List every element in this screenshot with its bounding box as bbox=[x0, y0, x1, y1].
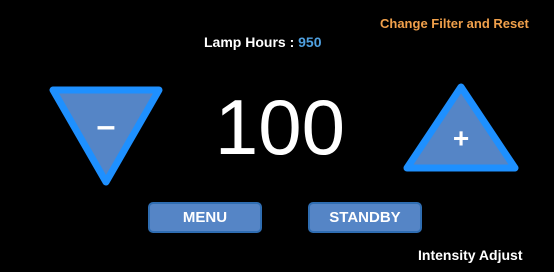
increase-symbol: + bbox=[453, 122, 469, 153]
mode-label: Intensity Adjust bbox=[418, 247, 523, 263]
decrease-symbol: – bbox=[97, 107, 116, 145]
decrease-button[interactable]: – bbox=[48, 86, 164, 188]
lamp-hours-separator: : bbox=[289, 34, 295, 50]
standby-button[interactable]: STANDBY bbox=[308, 202, 422, 233]
lamp-hours-readout: Lamp Hours : 950 bbox=[204, 34, 322, 50]
triangle-up-plus-icon: + bbox=[403, 83, 519, 172]
menu-button[interactable]: MENU bbox=[148, 202, 262, 233]
increase-button[interactable]: + bbox=[401, 82, 521, 174]
intensity-level-value: 100 bbox=[214, 83, 346, 171]
change-filter-link[interactable]: Change Filter and Reset bbox=[380, 16, 554, 31]
lamp-hours-value: 950 bbox=[298, 34, 322, 50]
triangle-down-minus-icon: – bbox=[49, 86, 163, 186]
lamp-hours-label: Lamp Hours bbox=[204, 34, 286, 50]
